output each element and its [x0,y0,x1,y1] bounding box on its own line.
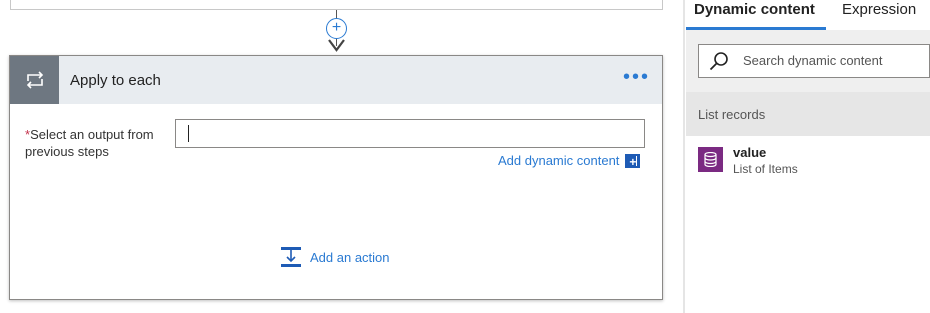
dynamic-item-name: value [733,145,767,160]
more-options-button[interactable]: ••• [623,67,650,87]
search-input[interactable] [743,53,923,68]
dynamic-content-item[interactable]: value List of Items [686,136,930,186]
add-dynamic-content-label: Add dynamic content [498,153,620,168]
previous-step-card[interactable] [10,0,663,10]
search-box[interactable] [698,44,930,78]
add-dynamic-content-link[interactable]: Add dynamic content + [498,153,641,169]
add-action-button[interactable]: Add an action [280,246,390,268]
output-input[interactable] [175,119,645,148]
tab-dynamic-content[interactable]: Dynamic content [694,1,815,18]
add-action-label: Add an action [310,249,390,265]
tab-expression[interactable]: Expression [842,1,916,18]
output-field-label-text: Select an output from previous steps [25,127,154,159]
search-icon [709,52,728,71]
add-dynamic-content-icon[interactable]: + [625,153,641,169]
panel-divider [683,0,685,313]
output-field-label: *Select an output from previous steps [25,126,175,160]
flow-designer: + Apply to each ••• *Select an output fr… [0,0,930,313]
arrow-down-icon [328,39,345,52]
apply-to-each-card: Apply to each ••• *Select an output from… [9,55,663,300]
plus-icon: + [331,19,342,36]
section-header: List records [686,92,930,136]
dynamic-item-description: List of Items [733,162,798,176]
card-header[interactable]: Apply to each ••• [10,56,662,104]
card-title: Apply to each [70,72,161,89]
insert-step-button[interactable]: + [326,18,347,39]
loop-icon [26,71,43,89]
add-action-icon [281,247,301,267]
card-icon-box [10,56,59,104]
database-icon [698,147,723,172]
section-header-label: List records [698,107,766,122]
text-caret [188,125,189,142]
